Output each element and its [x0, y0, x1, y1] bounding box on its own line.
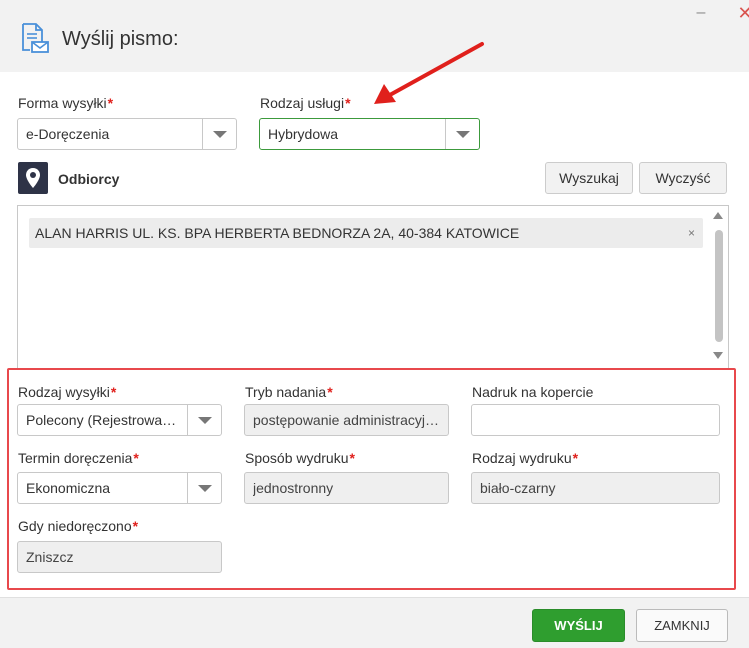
- rodzaj-wydruku-field: biało-czarny: [471, 472, 720, 504]
- forma-wysylki-select[interactable]: e-Doręczenia: [17, 118, 237, 150]
- termin-doreczenia-select[interactable]: Ekonomiczna: [17, 472, 222, 504]
- chevron-down-icon[interactable]: [202, 119, 236, 149]
- scroll-down-arrow[interactable]: [713, 352, 723, 359]
- required-mark: *: [349, 450, 355, 466]
- recipient-chip: ALAN HARRIS UL. KS. BPA HERBERTA BEDNORZ…: [29, 218, 703, 248]
- required-mark: *: [132, 518, 139, 534]
- chevron-down-icon[interactable]: [445, 119, 479, 149]
- required-mark: *: [133, 450, 139, 466]
- clear-button[interactable]: Wyczyść: [639, 162, 727, 194]
- dialog-title: Wyślij pismo:: [62, 28, 179, 50]
- scrollbar-thumb[interactable]: [715, 230, 723, 342]
- rodzaj-wysylki-select[interactable]: Polecony (Rejestrowan…: [17, 404, 222, 436]
- remove-recipient-icon[interactable]: ×: [688, 218, 695, 248]
- forma-wysylki-label: Forma wysyłki*: [18, 95, 114, 111]
- nadruk-input[interactable]: [471, 404, 720, 436]
- gdy-niedoreczono-label: Gdy niedoręczono*: [18, 518, 139, 534]
- search-button[interactable]: Wyszukaj: [545, 162, 633, 194]
- gdy-niedoreczono-field: Zniszcz: [17, 541, 222, 573]
- rodzaj-uslugi-select[interactable]: Hybrydowa: [259, 118, 480, 150]
- recipient-text: ALAN HARRIS UL. KS. BPA HERBERTA BEDNORZ…: [35, 225, 520, 241]
- red-arrow-annotation: [374, 42, 484, 104]
- close-window-button[interactable]: ✕: [735, 4, 749, 24]
- required-mark: *: [327, 384, 333, 400]
- rodzaj-uslugi-label: Rodzaj usługi*: [260, 95, 351, 111]
- required-mark: *: [110, 384, 117, 400]
- required-mark: *: [107, 95, 114, 111]
- required-mark: *: [345, 95, 351, 111]
- tryb-nadania-label: Tryb nadania*: [245, 384, 333, 400]
- rodzaj-wysylki-label: Rodzaj wysyłki*: [18, 384, 117, 400]
- send-button[interactable]: WYŚLIJ: [532, 609, 625, 642]
- required-mark: *: [572, 450, 579, 466]
- recipients-list[interactable]: ALAN HARRIS UL. KS. BPA HERBERTA BEDNORZ…: [17, 205, 729, 370]
- sposob-wydruku-label: Sposób wydruku*: [245, 450, 355, 466]
- chevron-down-icon[interactable]: [187, 405, 221, 435]
- odbiorcy-label: Odbiorcy: [58, 171, 120, 187]
- sposob-wydruku-field: jednostronny: [244, 472, 449, 504]
- close-button[interactable]: ZAMKNIJ: [636, 609, 728, 642]
- scroll-up-arrow[interactable]: [713, 212, 723, 219]
- minimize-button[interactable]: –: [691, 4, 711, 24]
- document-mail-icon: [22, 23, 49, 53]
- nadruk-label: Nadruk na kopercie: [472, 384, 594, 400]
- chevron-down-icon[interactable]: [187, 473, 221, 503]
- tryb-nadania-field: postępowanie administracyj…: [244, 404, 449, 436]
- termin-doreczenia-label: Termin doręczenia*: [18, 450, 139, 466]
- location-pin-icon: [18, 162, 48, 194]
- rodzaj-wydruku-label: Rodzaj wydruku*: [472, 450, 579, 466]
